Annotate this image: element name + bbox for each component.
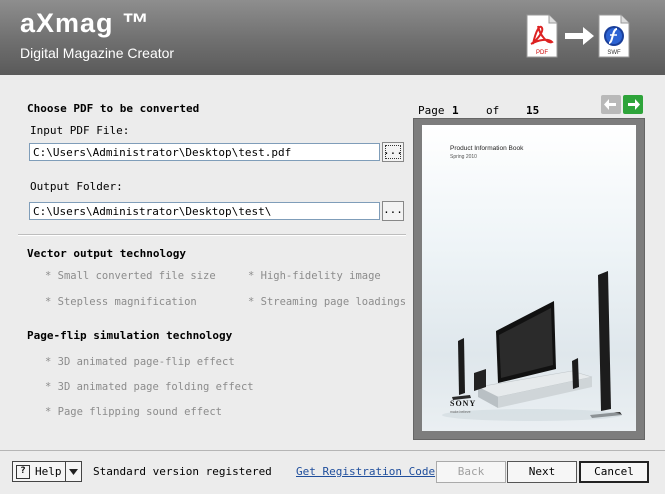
preview-brand-logo: SONY (450, 399, 477, 408)
pdf-file-icon: PDF (526, 14, 558, 58)
browse-folder-button[interactable]: ... (382, 201, 404, 221)
output-folder-label: Output Folder: (30, 180, 123, 193)
pdf-preview-panel: Product Information Book Spring 2010 SON… (413, 118, 645, 440)
swf-label: SWF (607, 50, 621, 56)
feature-streaming-loading: * Streaming page loadings (248, 296, 407, 308)
help-icon: ? (16, 465, 30, 479)
next-button[interactable]: Next (507, 461, 577, 483)
feature-3d-page-flip: * 3D animated page-flip effect (45, 356, 235, 368)
footer-divider (0, 450, 665, 451)
feature-small-file-size: * Small converted file size (45, 270, 216, 282)
chevron-down-icon[interactable] (69, 469, 78, 475)
header-banner: aXmag ™ Digital Magazine Creator PDF SWF (0, 0, 665, 75)
of-label: of (486, 104, 500, 117)
arrow-right-icon (628, 99, 640, 110)
input-pdf-field[interactable]: C:\Users\Administrator\Desktop\test.pdf (29, 143, 380, 161)
cancel-button[interactable]: Cancel (579, 461, 649, 483)
feature-page-sound: * Page flipping sound effect (45, 406, 223, 418)
section-title-choose-pdf: Choose PDF to be converted (27, 102, 200, 115)
help-split-divider (65, 462, 66, 481)
page-label: Page (418, 104, 445, 117)
arrow-left-icon (604, 99, 616, 110)
app-title: aXmag ™ (20, 8, 151, 38)
total-pages: 15 (526, 104, 540, 117)
pdf-label: PDF (536, 50, 548, 56)
output-folder-field[interactable]: C:\Users\Administrator\Desktop\test\ (29, 202, 380, 220)
help-button[interactable]: ? Help (12, 461, 82, 482)
swf-file-icon: SWF (598, 14, 630, 58)
input-pdf-label: Input PDF File: (30, 124, 130, 137)
section-title-pageflip: Page-flip simulation technology (27, 329, 233, 342)
back-button[interactable]: Back (436, 461, 506, 483)
help-label: Help (35, 465, 62, 478)
preview-page-image: Product Information Book Spring 2010 SON… (422, 125, 636, 431)
browse-pdf-button[interactable]: ... (382, 142, 404, 162)
section-title-vector: Vector output technology (27, 247, 186, 260)
current-page-number: 1 (452, 104, 459, 117)
get-registration-code-link[interactable]: Get Registration Code (296, 465, 435, 478)
feature-high-fidelity: * High-fidelity image (248, 270, 381, 282)
preview-product-illustration (442, 271, 622, 421)
feature-stepless-magnification: * Stepless magnification (45, 296, 197, 308)
previous-page-button[interactable] (601, 95, 621, 114)
convert-arrow-icon (565, 27, 594, 45)
preview-tagline: make.believe (450, 410, 471, 414)
next-page-button[interactable] (623, 95, 643, 114)
section-divider (18, 234, 406, 236)
app-subtitle: Digital Magazine Creator (20, 45, 175, 61)
feature-3d-page-folding: * 3D animated page folding effect (45, 381, 254, 393)
registration-status: Standard version registered (93, 465, 272, 478)
